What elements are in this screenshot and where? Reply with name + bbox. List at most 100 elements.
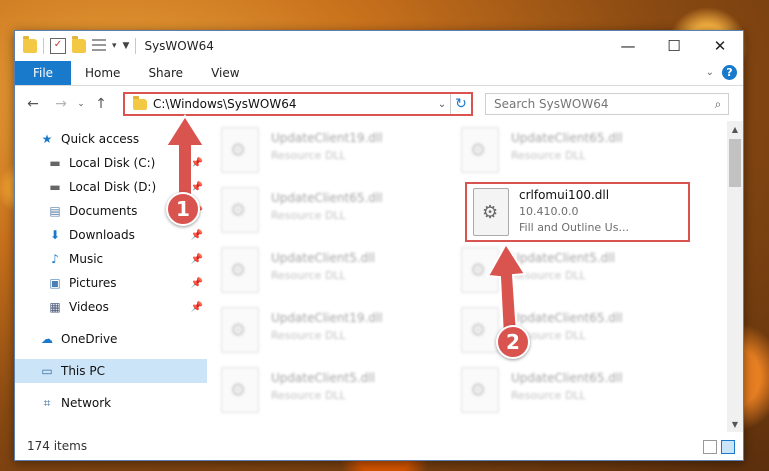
window-controls: — ☐ ✕	[605, 31, 743, 61]
file-description: Resource DLL	[271, 209, 346, 222]
file-description: Resource DLL	[511, 149, 586, 162]
sidebar-item-label: Quick access	[61, 132, 140, 146]
cloud-icon: ☁	[41, 332, 53, 346]
refresh-icon[interactable]: ↻	[450, 94, 471, 114]
pin-icon: 📌	[190, 253, 203, 265]
sidebar-item-pictures[interactable]: ▣ Pictures 📌	[15, 271, 207, 295]
file-item[interactable]: UpdateClient65.dll Resource DLL	[461, 127, 701, 183]
customize-toolbar-icon[interactable]: ▼	[123, 41, 130, 51]
sidebar-item-label: Local Disk (D:)	[69, 180, 157, 194]
sidebar-item-onedrive[interactable]: ☁ OneDrive	[15, 327, 207, 351]
file-name: UpdateClient5.dll	[271, 371, 375, 385]
tab-view[interactable]: View	[197, 61, 253, 85]
file-name: UpdateClient5.dll	[511, 251, 615, 265]
window-title: SysWOW64	[144, 39, 214, 53]
sidebar-item-music[interactable]: ♪ Music 📌	[15, 247, 207, 271]
maximize-button[interactable]: ☐	[651, 31, 697, 61]
navigation-bar: ← → ⌄ ↑ C:\Windows\SysWOW64 ⌄ ↻ ⌕	[15, 86, 743, 122]
search-box[interactable]: ⌕	[485, 93, 729, 115]
large-icons-view-icon[interactable]	[721, 440, 735, 454]
scrollbar-thumb[interactable]	[729, 139, 741, 187]
file-description: Fill and Outline Us...	[519, 221, 629, 234]
file-version: 10.410.0.0	[519, 205, 579, 218]
address-dropdown-icon[interactable]: ⌄	[434, 99, 450, 110]
sidebar-item-downloads[interactable]: ⬇ Downloads 📌	[15, 223, 207, 247]
file-explorer-window: ✓ ▾ ▼ SysWOW64 — ☐ ✕ File Home Share Vie…	[14, 30, 744, 461]
quick-access-toolbar: ✓ ▾ ▼	[15, 36, 137, 54]
up-arrow-icon[interactable]: ↑	[91, 96, 111, 112]
file-description: Resource DLL	[271, 329, 346, 342]
sidebar-item-this-pc[interactable]: ▭ This PC	[15, 359, 207, 383]
file-item[interactable]: UpdateClient5.dll Resource DLL	[461, 247, 701, 303]
file-name: UpdateClient19.dll	[271, 131, 383, 145]
new-folder-icon[interactable]	[72, 36, 86, 53]
help-icon[interactable]: ?	[722, 65, 737, 80]
file-grid: UpdateClient19.dll Resource DLL UpdateCli…	[221, 127, 701, 423]
star-icon: ★	[41, 132, 53, 146]
network-icon: ⌗	[43, 395, 51, 410]
address-path[interactable]: C:\Windows\SysWOW64	[153, 97, 434, 111]
file-item[interactable]: UpdateClient19.dll Resource DLL	[221, 127, 461, 183]
tab-home[interactable]: Home	[71, 61, 134, 85]
drive-icon: ▬	[49, 180, 61, 194]
properties-icon[interactable]	[92, 39, 106, 53]
dll-file-icon	[461, 367, 499, 413]
file-name: UpdateClient65.dll	[511, 371, 623, 385]
file-item[interactable]: UpdateClient5.dll Resource DLL	[221, 367, 461, 423]
highlighted-file-item[interactable]: crlfomui100.dll 10.410.0.0 Fill and Outl…	[465, 182, 690, 242]
pin-icon: 📌	[190, 277, 203, 289]
tab-file[interactable]: File	[15, 61, 71, 85]
file-item[interactable]: UpdateClient19.dll Resource DLL	[221, 307, 461, 363]
recent-locations-icon[interactable]: ⌄	[75, 99, 87, 109]
sidebar-item-label: Music	[69, 252, 104, 266]
file-name: UpdateClient65.dll	[511, 131, 623, 145]
file-item[interactable]: UpdateClient65.dll Resource DLL	[461, 367, 701, 423]
file-item[interactable]: UpdateClient65.dll Resource DLL	[221, 187, 461, 243]
sidebar-item-network[interactable]: ⌗ Network	[15, 391, 207, 415]
tab-share[interactable]: Share	[134, 61, 197, 85]
back-arrow-icon[interactable]: ←	[23, 96, 43, 112]
details-view-icon[interactable]	[703, 440, 717, 454]
file-item[interactable]: UpdateClient5.dll Resource DLL	[221, 247, 461, 303]
file-name: crlfomui100.dll	[519, 188, 610, 202]
search-input[interactable]	[486, 96, 708, 112]
drive-icon: ▬	[49, 156, 61, 170]
sidebar-item-label: Downloads	[69, 228, 135, 242]
dll-file-icon	[221, 187, 259, 233]
chevron-down-icon[interactable]: ▾	[112, 41, 117, 51]
sidebar-item-local-disk-c[interactable]: ▬ Local Disk (C:) 📌	[15, 151, 207, 175]
dll-file-icon	[221, 307, 259, 353]
folder-icon	[133, 95, 147, 110]
pin-icon: 📌	[190, 181, 203, 193]
properties-check-icon[interactable]: ✓	[50, 38, 66, 54]
minimize-button[interactable]: —	[605, 31, 651, 61]
vertical-scrollbar[interactable]: ▲ ▼	[727, 121, 743, 432]
pictures-icon: ▣	[49, 276, 61, 290]
dll-file-icon	[221, 127, 259, 173]
scroll-up-icon[interactable]: ▲	[727, 121, 743, 137]
file-description: Resource DLL	[271, 269, 346, 282]
item-count: 174 items	[27, 439, 88, 453]
file-description: Resource DLL	[511, 269, 586, 282]
dll-file-icon	[461, 247, 499, 293]
sidebar-item-videos[interactable]: ▦ Videos 📌	[15, 295, 207, 319]
forward-arrow-icon[interactable]: →	[51, 96, 71, 112]
status-bar: 174 items	[15, 432, 743, 460]
close-button[interactable]: ✕	[697, 31, 743, 61]
title-bar: ✓ ▾ ▼ SysWOW64 — ☐ ✕	[15, 31, 743, 61]
address-bar[interactable]: C:\Windows\SysWOW64 ⌄ ↻	[123, 92, 473, 116]
ribbon-right-controls: ⌄ ?	[706, 65, 737, 80]
scroll-down-icon[interactable]: ▼	[727, 416, 743, 432]
sidebar-item-quick-access[interactable]: ★ Quick access	[15, 127, 207, 151]
dll-file-icon	[221, 247, 259, 293]
callout-marker-1: 1	[166, 192, 200, 226]
videos-icon: ▦	[49, 300, 61, 314]
sidebar-item-label: Local Disk (C:)	[69, 156, 156, 170]
sidebar-item-label: OneDrive	[61, 332, 118, 346]
file-description: Resource DLL	[271, 149, 346, 162]
expand-ribbon-icon[interactable]: ⌄	[706, 67, 714, 78]
file-name: UpdateClient65.dll	[511, 311, 623, 325]
